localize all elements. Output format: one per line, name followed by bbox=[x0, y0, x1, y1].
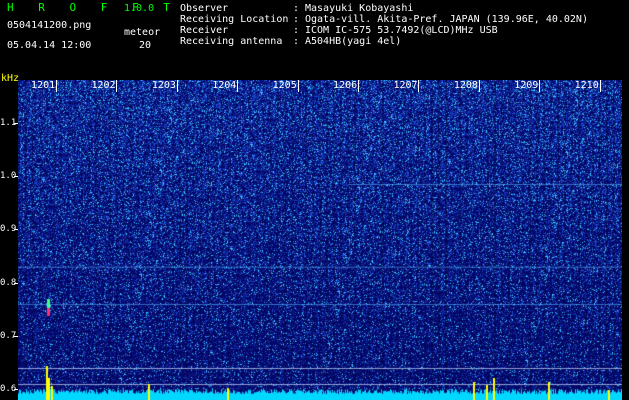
info-value: A504HB(yagi 4el) bbox=[305, 36, 402, 47]
info-separator: : bbox=[293, 14, 300, 25]
info-row-antenna: Receiving antenna : A504HB(yagi 4el) bbox=[180, 36, 588, 47]
station-info: Observer : Masayuki Kobayashi Receiving … bbox=[180, 3, 588, 47]
time-tick-mark bbox=[116, 80, 118, 92]
time-tick-mark bbox=[358, 80, 360, 92]
frequency-tick-mark bbox=[14, 282, 18, 284]
time-tick-label: 1210 bbox=[574, 80, 599, 91]
info-row-receiver: Receiver : ICOM IC-575 53.7492(@LCD)MHz … bbox=[180, 25, 588, 36]
frequency-tick-mark bbox=[14, 336, 18, 337]
time-tick-label: 1202 bbox=[91, 80, 116, 91]
time-tick-mark bbox=[297, 80, 299, 92]
time-tick-label: 1201 bbox=[31, 80, 56, 91]
info-separator: : bbox=[293, 25, 300, 36]
time-tick-mark bbox=[56, 80, 58, 92]
frequency-tick-mark bbox=[14, 176, 18, 177]
file-name: 0504141200.png bbox=[7, 20, 92, 31]
info-key: Receiving Location bbox=[180, 14, 289, 25]
time-tick-label: 1208 bbox=[453, 80, 478, 91]
time-tick-label: 1204 bbox=[212, 80, 237, 91]
frequency-tick-mark bbox=[14, 389, 18, 391]
time-tick-mark bbox=[539, 80, 541, 92]
time-tick-label: 1207 bbox=[393, 80, 418, 91]
info-value: Masayuki Kobayashi bbox=[305, 3, 414, 14]
time-tick-mark bbox=[418, 80, 420, 92]
time-tick-label: 1205 bbox=[272, 80, 297, 91]
spectrogram-canvas bbox=[18, 80, 622, 400]
meteor-label: meteor bbox=[124, 27, 161, 38]
spectrogram bbox=[18, 80, 622, 400]
time-tick-mark bbox=[478, 80, 480, 92]
time-tick-label: 1206 bbox=[333, 80, 358, 91]
time-tick-label: 1203 bbox=[151, 80, 176, 91]
info-separator: : bbox=[293, 3, 300, 14]
meteor-count: 20 bbox=[139, 40, 152, 51]
info-separator: : bbox=[293, 36, 300, 47]
hrofft-window: H R O F F T 1.0.0 0504141200.png 05.04.1… bbox=[0, 0, 629, 400]
info-key: Observer bbox=[180, 3, 229, 14]
timestamp: 05.04.14 12:00 bbox=[7, 40, 92, 51]
frequency-tick-mark bbox=[14, 122, 18, 124]
info-row-observer: Observer : Masayuki Kobayashi bbox=[180, 3, 588, 14]
info-value: Ogata-vill. Akita-Pref. JAPAN (139.96E, … bbox=[305, 14, 588, 25]
frequency-tick-mark bbox=[14, 229, 18, 231]
time-tick-mark bbox=[176, 80, 178, 92]
app-version: 1.0.0 bbox=[124, 3, 155, 14]
info-key: Receiving antenna bbox=[180, 36, 283, 47]
time-tick-mark bbox=[599, 80, 601, 92]
info-key: Receiver bbox=[180, 25, 229, 36]
time-tick-mark bbox=[237, 80, 239, 92]
info-value: ICOM IC-575 53.7492(@LCD)MHz USB bbox=[305, 25, 498, 36]
time-tick-label: 1209 bbox=[514, 80, 539, 91]
frequency-unit-label: kHz bbox=[1, 73, 20, 84]
info-row-location: Receiving Location : Ogata-vill. Akita-P… bbox=[180, 14, 588, 25]
